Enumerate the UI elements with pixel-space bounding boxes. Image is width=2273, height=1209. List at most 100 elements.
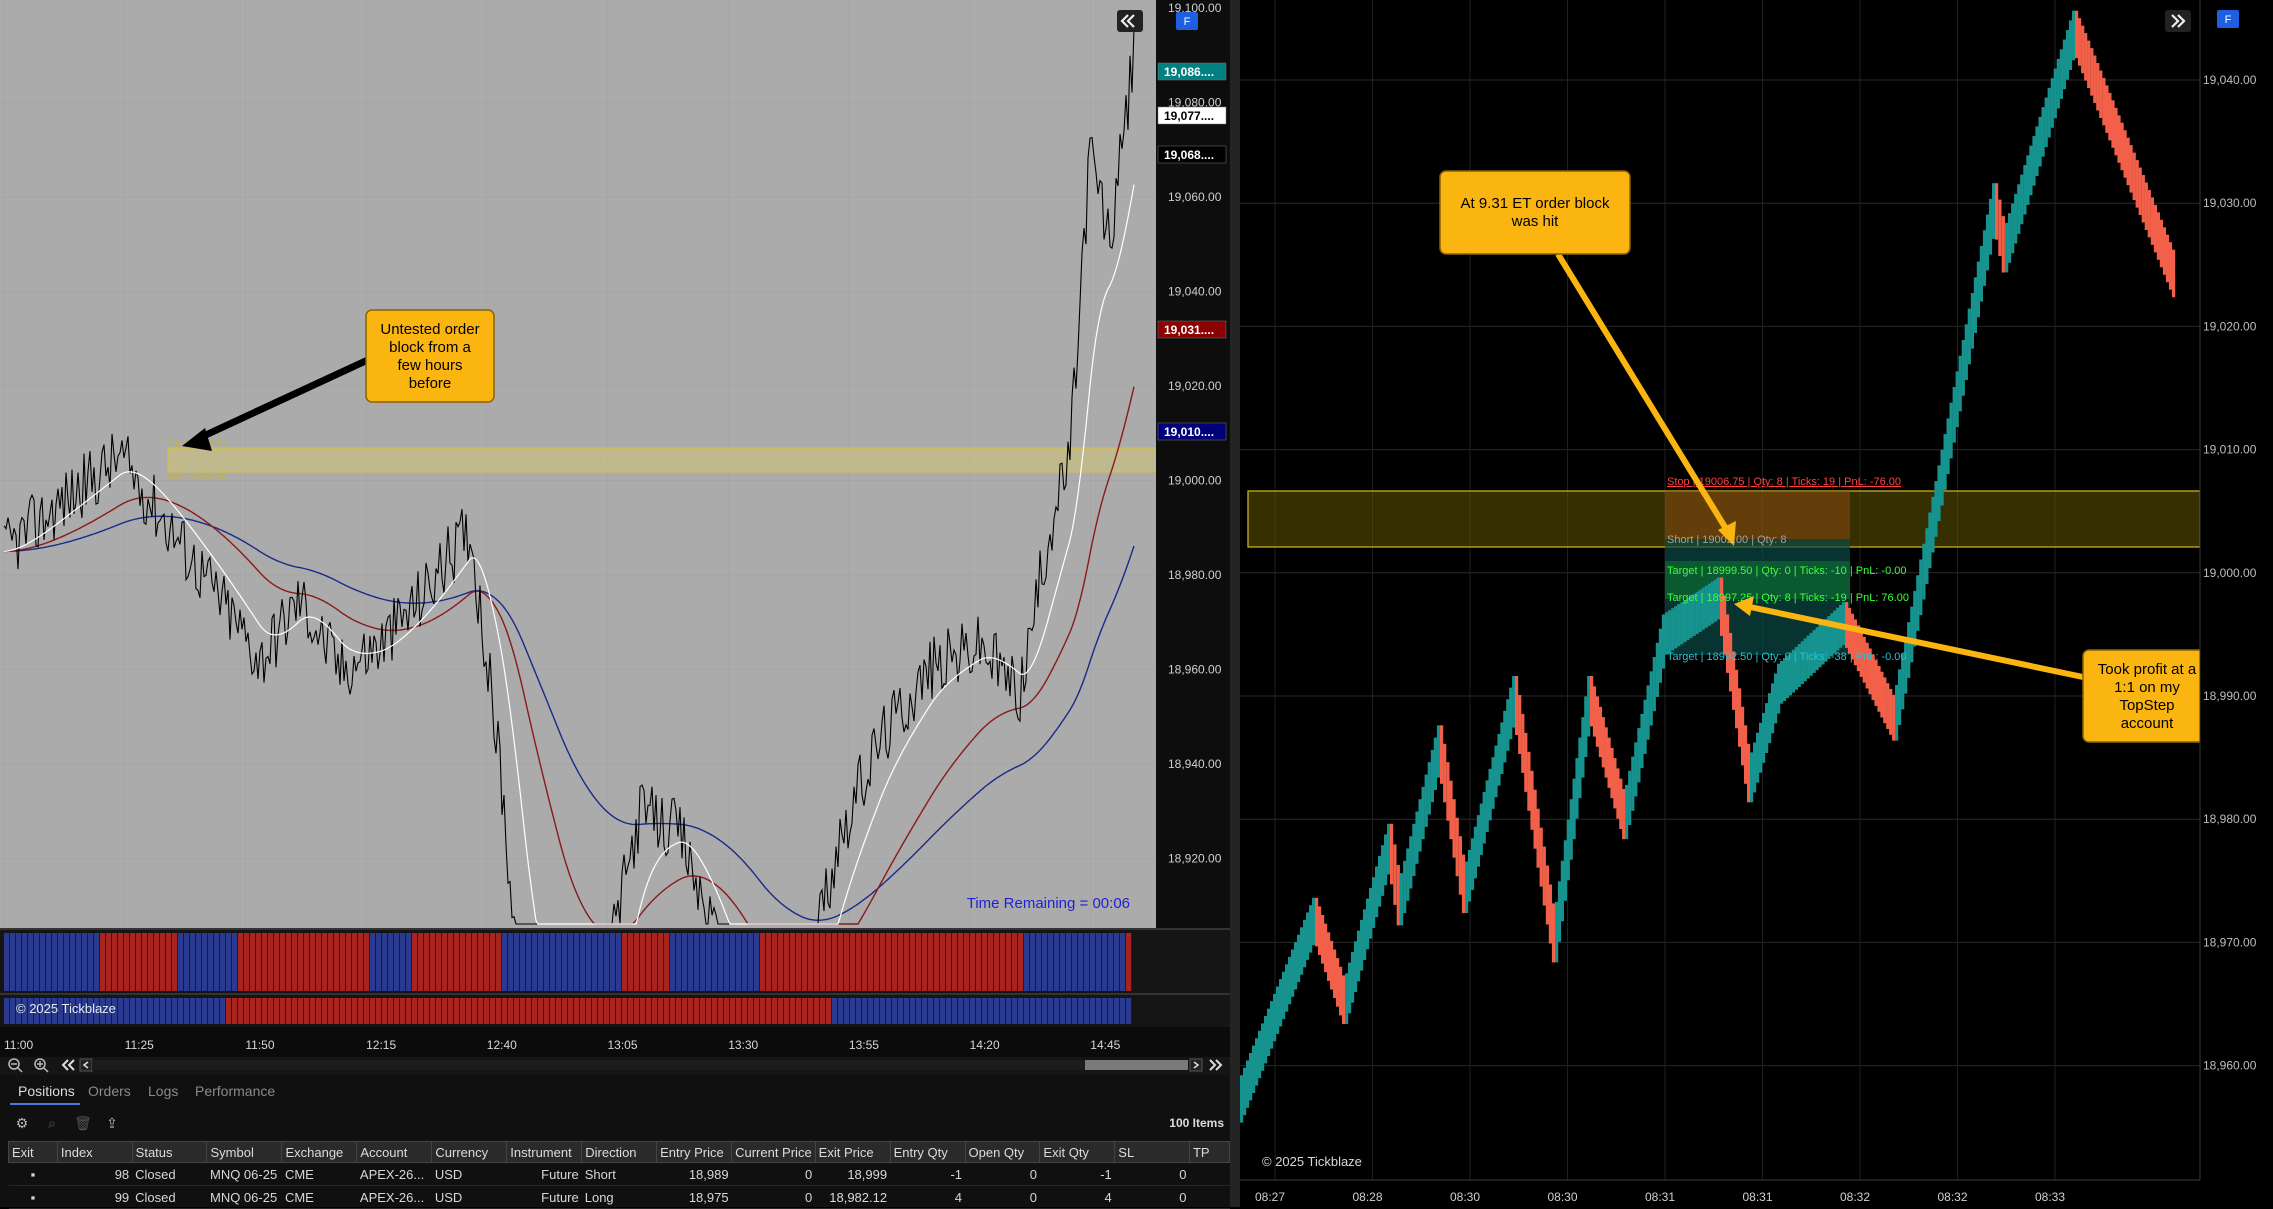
renko-brick [2123, 130, 2127, 178]
strip-segment [478, 998, 484, 1024]
strip-segment [1108, 998, 1114, 1024]
trash-icon[interactable]: 🗑 [74, 1115, 92, 1131]
strip-segment [352, 933, 358, 991]
column-header[interactable]: Current Price [731, 1141, 816, 1163]
strip-segment [1060, 998, 1066, 1024]
column-header[interactable]: Index [56, 1141, 133, 1163]
column-header[interactable]: Currency [431, 1141, 508, 1163]
strip-segment [640, 998, 646, 1024]
strip-segment [922, 933, 928, 991]
time-tick-label: 12:40 [487, 1038, 517, 1052]
column-header[interactable]: TP [1188, 1141, 1231, 1163]
column-header[interactable]: Entry Qty [889, 1141, 966, 1163]
strip-segment [298, 933, 304, 991]
renko-brick [1979, 245, 1983, 302]
table-row[interactable]: ▪ 99 Closed MNQ 06-25 CME APEX-26... USD… [8, 1185, 1230, 1209]
strip-segment [334, 933, 340, 991]
scroll-left-button[interactable] [79, 1058, 93, 1072]
column-header[interactable]: SL [1114, 1141, 1190, 1163]
renko-brick [1333, 949, 1337, 999]
renko-brick [1424, 774, 1428, 827]
strip-segment [16, 933, 22, 991]
column-header[interactable]: Symbol [206, 1141, 283, 1163]
pane-divider[interactable] [1230, 0, 1240, 1207]
exit-cell[interactable]: ▪ [8, 1162, 58, 1186]
renko-brick [1336, 958, 1340, 1007]
left-chart-pane: Top | 19001.50 Bot | 19002.00 Untested o… [0, 0, 1231, 1209]
price-tag-label: 19,010.... [1164, 425, 1214, 439]
target-order-label[interactable]: Target | 18997.25 | Qty: 8 | Ticks: -19 … [1667, 592, 1909, 604]
strip-segment [484, 998, 490, 1024]
target-order-label[interactable]: Target | 18992.50 | Qty: 0 | Ticks: -38 … [1667, 651, 1907, 663]
renko-brick [1768, 693, 1772, 744]
strip-segment [706, 998, 712, 1024]
right-renko-chart[interactable]: Stop | 19006.75 | Qty: 8 | Ticks: 19 | P… [1240, 0, 2273, 1207]
strip-segment [490, 933, 496, 991]
strip-segment [148, 998, 154, 1024]
strip-segment [232, 933, 238, 991]
renko-brick [1619, 778, 1623, 829]
renko-brick [1680, 602, 1684, 645]
exit-cell[interactable]: ▪ [8, 1185, 58, 1209]
renko-brick [1753, 742, 1757, 793]
column-header[interactable]: Instrument [506, 1141, 583, 1163]
search-icon[interactable]: ⌕ [44, 1115, 60, 1131]
stop-zone [1665, 491, 1850, 539]
left-price-chart[interactable]: Top | 19001.50 Bot | 19002.00 Untested o… [0, 0, 1230, 1075]
column-header[interactable]: Direction [581, 1141, 658, 1163]
renko-brick [2129, 145, 2133, 193]
strip-segment [784, 933, 790, 991]
column-header[interactable]: Account [356, 1141, 433, 1163]
strip-segment [532, 933, 538, 991]
currency-cell: USD [431, 1162, 507, 1186]
time-tick-label: 11:00 [4, 1038, 33, 1052]
renko-brick [2032, 136, 2036, 186]
left-f-badge[interactable]: F [1176, 12, 1198, 30]
strip-segment [172, 933, 178, 991]
renko-brick [1500, 722, 1504, 774]
double-chevron-left-icon[interactable] [1117, 10, 1143, 32]
strip-segment [196, 998, 202, 1024]
tab-performance[interactable]: Performance [195, 1083, 275, 1099]
right-time-axis[interactable]: 08:27 08:28 08:30 08:30 08:31 08:31 08:32 08:32… [1255, 1190, 2065, 1204]
column-header[interactable]: Entry Price [656, 1141, 733, 1163]
strip-segment [388, 933, 394, 991]
strip-segment [106, 933, 112, 991]
left-copyright: © 2025 Tickblaze [16, 1001, 116, 1016]
table-row[interactable]: ▪ 98 Closed MNQ 06-25 CME APEX-26... USD… [8, 1162, 1230, 1186]
double-chevron-right-icon[interactable] [2165, 10, 2191, 32]
strip-segment [796, 933, 802, 991]
scroll-right-button[interactable] [1189, 1058, 1203, 1072]
renko-brick [1655, 642, 1659, 697]
renko-brick [1452, 799, 1456, 858]
column-header[interactable]: Exit [8, 1141, 58, 1163]
column-header[interactable]: Exit Price [814, 1141, 891, 1163]
tab-logs[interactable]: Logs [148, 1083, 178, 1099]
strip-segment [772, 933, 778, 991]
tab-orders[interactable]: Orders [88, 1083, 131, 1099]
horizontal-scrollbar[interactable] [92, 1060, 1188, 1070]
renko-brick [1590, 676, 1594, 727]
target-order-label[interactable]: Target | 18999.50 | Qty: 0 | Ticks: -10 … [1667, 565, 1907, 577]
strip-segment [316, 933, 322, 991]
column-header[interactable]: Exchange [281, 1141, 358, 1163]
column-header[interactable]: Status [131, 1141, 208, 1163]
left-callout-line: before [409, 375, 452, 392]
renko-brick [2053, 68, 2057, 119]
column-header[interactable]: Exit Qty [1039, 1141, 1116, 1163]
strip-segment [664, 933, 670, 991]
strip-segment [880, 998, 886, 1024]
renko-brick [1783, 658, 1787, 701]
scrollbar-thumb[interactable] [1085, 1060, 1188, 1070]
strip-segment [244, 933, 250, 991]
strip-segment [184, 998, 190, 1024]
export-icon[interactable]: ⇪ [104, 1115, 120, 1131]
strip-segment [790, 933, 796, 991]
right-f-badge[interactable]: F [2217, 10, 2239, 28]
tab-positions[interactable]: Positions [18, 1083, 75, 1099]
column-header[interactable]: Open Qty [964, 1141, 1041, 1163]
renko-brick [1288, 956, 1292, 1005]
renko-brick [1575, 758, 1579, 819]
strip-segment [544, 998, 550, 1024]
gear-icon[interactable]: ⚙ [14, 1115, 30, 1131]
